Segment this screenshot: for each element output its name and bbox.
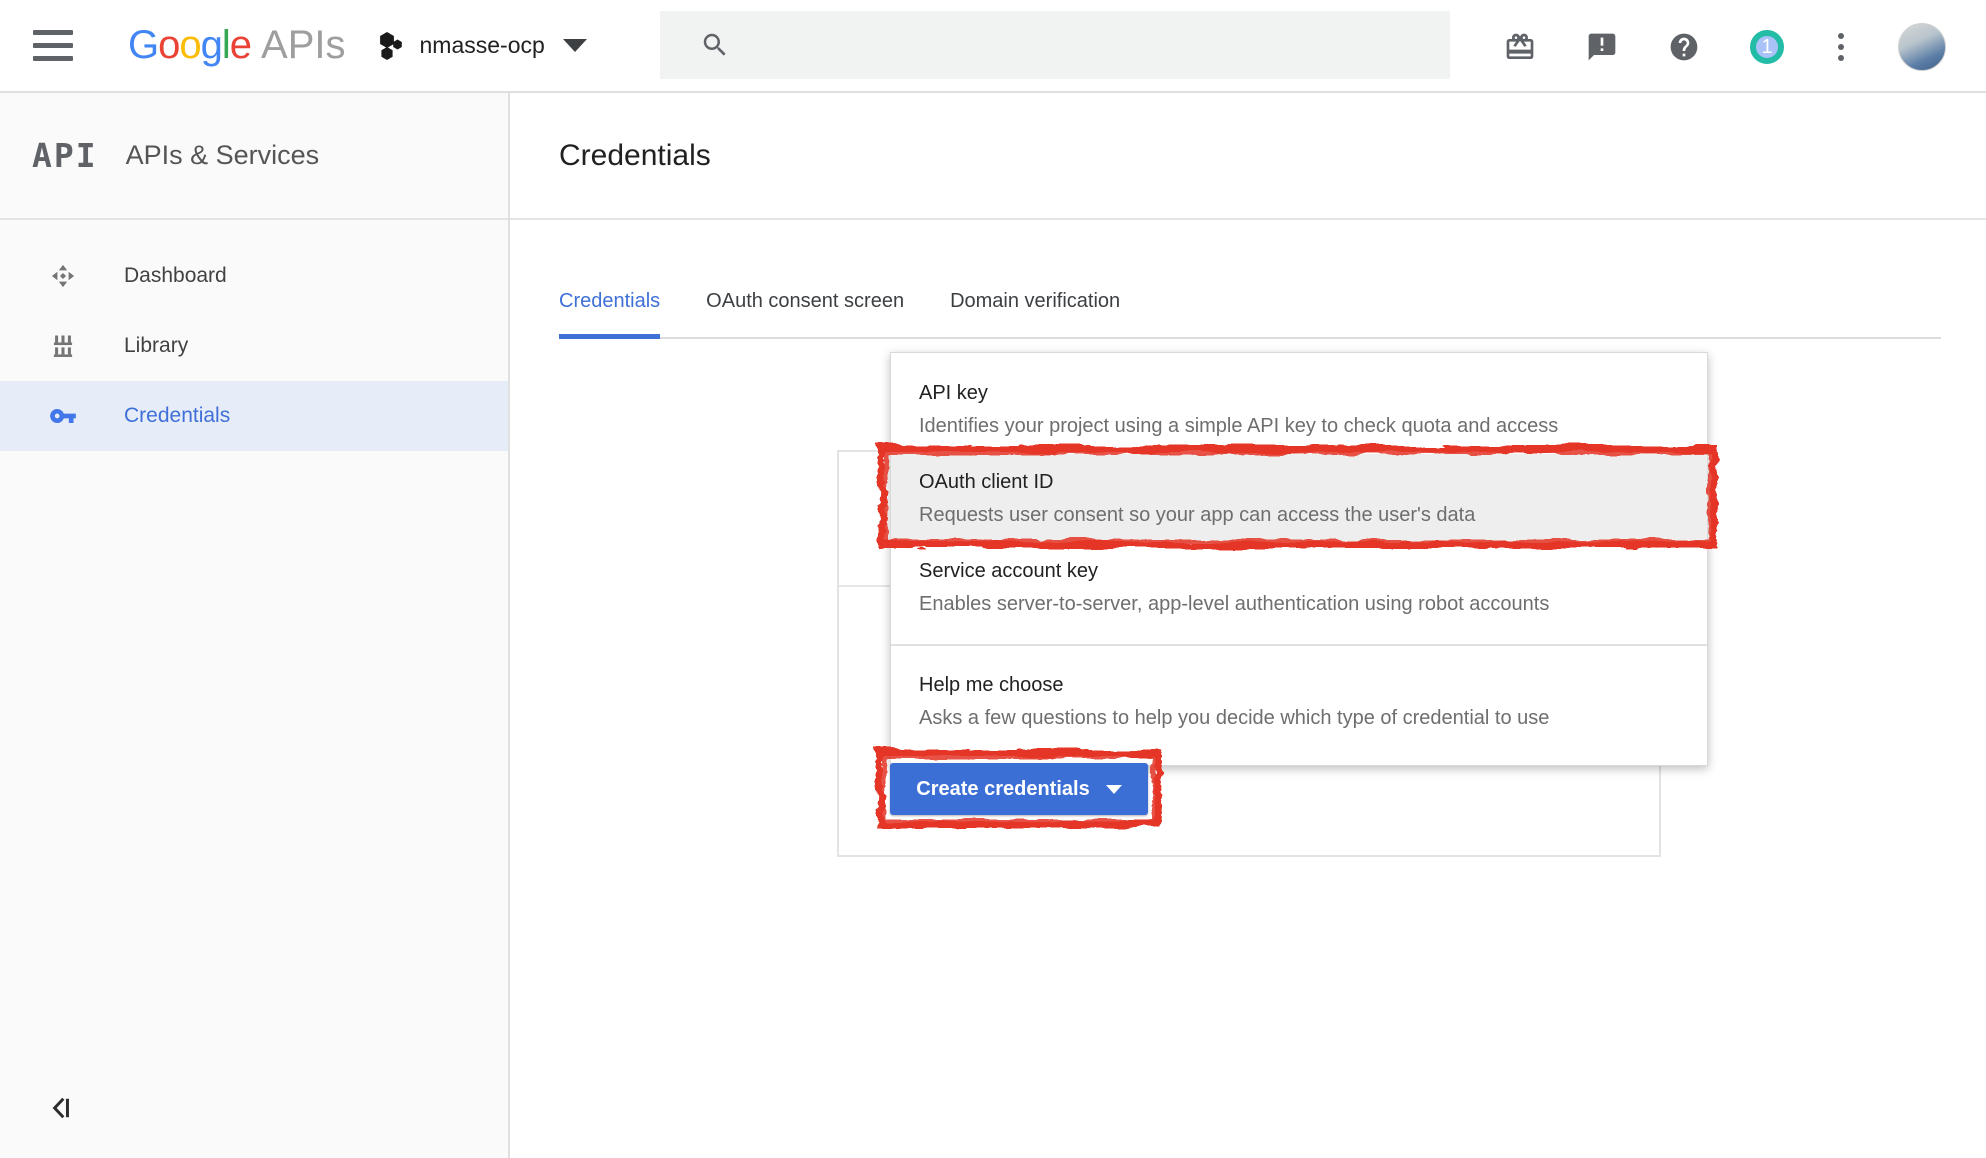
key-icon: [49, 402, 77, 430]
google-apis-logo: GoogleAPIs: [128, 23, 346, 68]
library-icon: [49, 332, 77, 360]
app-shell: API APIs & Services Dashboard Library: [0, 93, 1986, 1158]
menu-item-api-key[interactable]: API key Identifies your project using a …: [891, 365, 1707, 454]
search-input[interactable]: [660, 11, 1450, 79]
create-credentials-button[interactable]: Create credentials: [890, 763, 1148, 815]
menu-item-description: Identifies your project using a simple A…: [919, 413, 1679, 439]
main-header: Credentials: [510, 93, 1986, 220]
tab-bar: Credentials OAuth consent screen Domain …: [559, 220, 1941, 339]
gift-icon[interactable]: [1504, 31, 1536, 63]
sidebar-collapse-button[interactable]: [46, 1093, 76, 1128]
create-credentials-menu: API key Identifies your project using a …: [890, 352, 1708, 766]
avatar[interactable]: [1898, 23, 1946, 71]
logo-letter: o: [158, 23, 179, 67]
sidebar-header: API APIs & Services: [0, 93, 508, 220]
chevron-down-icon: [563, 39, 587, 52]
collapse-chevron-icon: [46, 1093, 76, 1123]
logo-suffix: APIs: [261, 23, 345, 67]
menu-item-title: Help me choose: [919, 672, 1679, 699]
chevron-down-icon: [1106, 785, 1122, 794]
tab-oauth-consent-screen[interactable]: OAuth consent screen: [706, 290, 904, 337]
create-credentials-label: Create credentials: [916, 778, 1089, 801]
sidebar-nav: Dashboard Library Credentials: [0, 220, 508, 451]
page-title: Credentials: [559, 139, 711, 173]
menu-item-title: Service account key: [919, 558, 1679, 585]
notification-badge[interactable]: 1: [1750, 30, 1784, 64]
sidebar-item-label: Dashboard: [124, 264, 227, 288]
main-content: Credentials Credentials OAuth consent sc…: [510, 93, 1986, 1158]
project-hexagons-icon: [376, 31, 406, 61]
search-icon: [700, 30, 730, 60]
sidebar-item-label: Library: [124, 334, 188, 358]
feedback-icon[interactable]: [1586, 31, 1618, 63]
sidebar-item-dashboard[interactable]: Dashboard: [0, 241, 508, 311]
sidebar-item-label: Credentials: [124, 404, 230, 428]
menu-item-help-me-choose[interactable]: Help me choose Asks a few questions to h…: [891, 646, 1707, 751]
tab-domain-verification[interactable]: Domain verification: [950, 290, 1120, 337]
logo-letter: e: [230, 23, 251, 67]
sidebar-item-credentials[interactable]: Credentials: [0, 381, 508, 451]
project-name: nmasse-ocp: [420, 32, 545, 59]
dashboard-icon: [49, 262, 77, 290]
logo-letter: G: [128, 23, 158, 67]
topbar-actions: 1: [1504, 0, 1946, 93]
logo-letter: l: [222, 23, 230, 67]
top-app-bar: GoogleAPIs nmasse-ocp 1: [0, 0, 1986, 93]
logo-letter: g: [201, 23, 222, 67]
notification-count: 1: [1761, 36, 1772, 58]
sidebar: API APIs & Services Dashboard Library: [0, 93, 510, 1158]
menu-item-description: Enables server-to-server, app-level auth…: [919, 591, 1679, 617]
menu-item-service-account-key[interactable]: Service account key Enables server-to-se…: [891, 543, 1707, 632]
logo-letter: o: [179, 23, 200, 67]
menu-item-description: Requests user consent so your app can ac…: [919, 502, 1679, 528]
project-selector[interactable]: nmasse-ocp: [376, 31, 587, 61]
menu-item-title: API key: [919, 380, 1679, 407]
sidebar-item-library[interactable]: Library: [0, 311, 508, 381]
api-logo: API: [32, 136, 98, 175]
menu-item-description: Asks a few questions to help you decide …: [919, 705, 1679, 731]
hamburger-menu-icon[interactable]: [33, 30, 73, 61]
tab-credentials[interactable]: Credentials: [559, 290, 660, 337]
sidebar-title: APIs & Services: [126, 140, 320, 171]
help-icon[interactable]: [1668, 31, 1700, 63]
menu-item-oauth-client-id[interactable]: OAuth client ID Requests user consent so…: [891, 454, 1707, 543]
menu-item-title: OAuth client ID: [919, 469, 1679, 496]
overflow-menu-icon[interactable]: [1834, 29, 1848, 65]
